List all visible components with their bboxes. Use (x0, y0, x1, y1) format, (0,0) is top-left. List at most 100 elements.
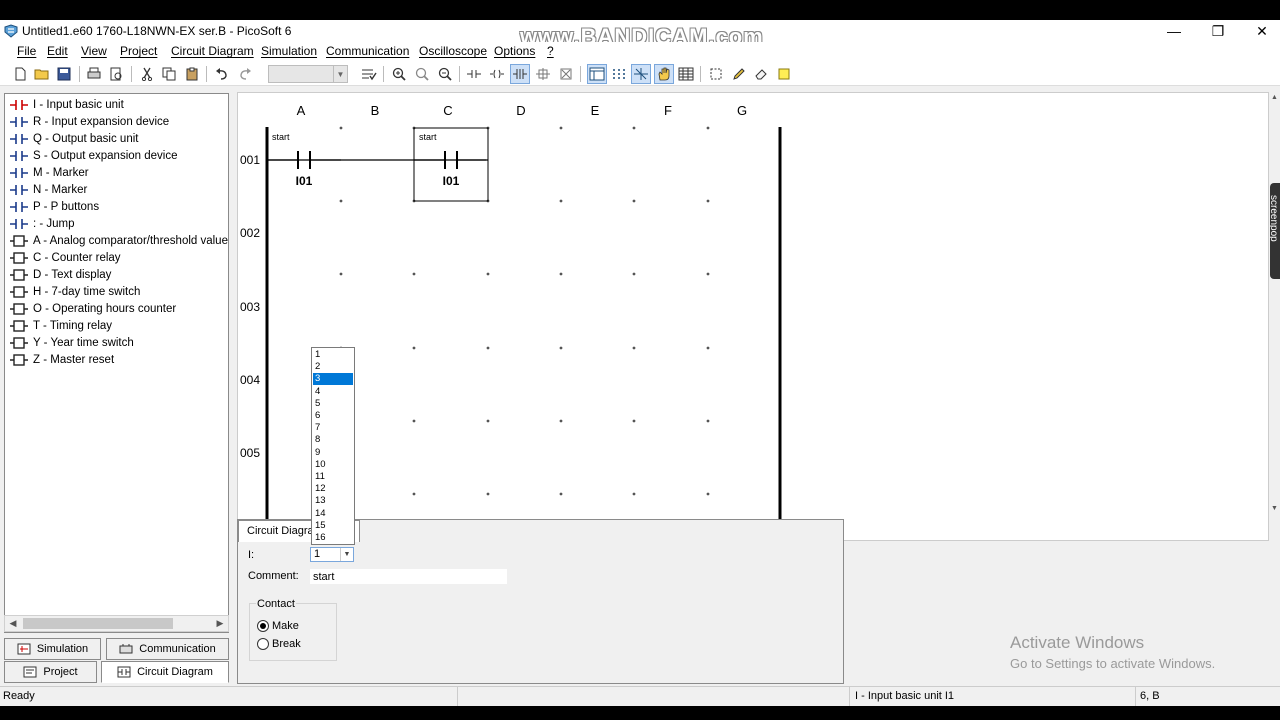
grid-point[interactable] (706, 346, 710, 350)
grid-point[interactable] (559, 492, 563, 496)
dropdown-option[interactable]: 15 (313, 520, 353, 532)
dropdown-option[interactable]: 5 (313, 398, 353, 410)
dropdown-option[interactable]: 9 (313, 447, 353, 459)
cut-icon[interactable] (138, 65, 156, 83)
grid-point[interactable] (706, 492, 710, 496)
grid-point[interactable] (559, 126, 563, 130)
dropdown-option[interactable]: 8 (313, 434, 353, 446)
dropdown-option[interactable]: 2 (313, 361, 353, 373)
zoom-combo[interactable]: ▼ (268, 65, 348, 83)
restore-button[interactable]: ❐ (1196, 20, 1240, 42)
menu-simulation[interactable]: Simulation (261, 44, 317, 58)
tree-item[interactable]: I - Input basic unit (9, 96, 124, 113)
dropdown-option[interactable]: 12 (313, 483, 353, 495)
tree-item[interactable]: R - Input expansion device (9, 113, 169, 130)
delete-connection-icon[interactable] (557, 65, 575, 83)
contact-operand[interactable]: I01 (296, 174, 313, 188)
table-icon[interactable] (677, 65, 695, 83)
grid-point[interactable] (486, 272, 490, 276)
grid-icon[interactable] (610, 65, 628, 83)
dropdown-option[interactable]: 7 (313, 422, 353, 434)
menu-circuit-diagram[interactable]: Circuit Diagram (171, 44, 254, 58)
undo-icon[interactable] (213, 65, 231, 83)
tree-item[interactable]: Q - Output basic unit (9, 130, 138, 147)
i-operand-select[interactable]: 1 ▼ (310, 547, 354, 562)
make-radio[interactable]: Make (257, 620, 299, 632)
hand-icon[interactable] (654, 64, 674, 84)
minimize-button[interactable]: — (1152, 20, 1196, 42)
print-icon[interactable] (85, 65, 103, 83)
grid-point[interactable] (559, 272, 563, 276)
zoom-in-icon[interactable] (390, 65, 408, 83)
circuit-diagram-canvas[interactable]: A B C D E F G 001 002 003 004 005 start I01 start I01 (237, 92, 1269, 541)
coil-icon[interactable] (488, 65, 506, 83)
tab-communication[interactable]: Communication (106, 638, 229, 660)
save-icon[interactable] (55, 65, 73, 83)
open-folder-icon[interactable] (33, 65, 51, 83)
tree-item[interactable]: O - Operating hours counter (9, 300, 176, 317)
grid-point[interactable] (706, 272, 710, 276)
dropdown-option[interactable]: 6 (313, 410, 353, 422)
grid-point[interactable] (632, 199, 636, 203)
tree-item[interactable]: H - 7-day time switch (9, 283, 140, 300)
grid-point[interactable] (412, 346, 416, 350)
grid-point[interactable] (559, 419, 563, 423)
tree-item[interactable]: T - Timing relay (9, 317, 112, 334)
tree-item[interactable]: P - P buttons (9, 198, 99, 215)
parallel-contact-icon[interactable] (510, 64, 530, 84)
zoom-fit-icon[interactable] (413, 65, 431, 83)
tree-item[interactable]: Y - Year time switch (9, 334, 134, 351)
grid-point[interactable] (559, 199, 563, 203)
tree-item[interactable]: Z - Master reset (9, 351, 114, 368)
contact-operand[interactable]: I01 (443, 174, 460, 188)
dropdown-option[interactable]: 10 (313, 459, 353, 471)
cross-icon[interactable] (631, 64, 651, 84)
canvas-vertical-scrollbar[interactable]: ▲ ▼ (1269, 92, 1280, 513)
scroll-thumb[interactable] (23, 618, 173, 629)
dropdown-option[interactable]: 3 (313, 373, 353, 386)
dropdown-option[interactable]: 13 (313, 495, 353, 507)
grid-point[interactable] (632, 346, 636, 350)
grid-point[interactable] (412, 272, 416, 276)
grid-point[interactable] (706, 419, 710, 423)
zoom-out-icon[interactable] (436, 65, 454, 83)
close-button[interactable]: ✕ (1240, 20, 1280, 42)
scroll-down-icon[interactable]: ▼ (1269, 503, 1280, 513)
dropdown-option[interactable]: 1 (313, 349, 353, 361)
dropdown-option[interactable]: 4 (313, 386, 353, 398)
grid-point[interactable] (486, 419, 490, 423)
grid-point[interactable] (339, 272, 343, 276)
scroll-left-icon[interactable]: ◀ (5, 616, 21, 631)
eraser-icon[interactable] (752, 65, 770, 83)
print-preview-icon[interactable] (107, 65, 125, 83)
tree-item[interactable]: S - Output expansion device (9, 147, 177, 164)
grid-point[interactable] (486, 346, 490, 350)
connection-icon[interactable] (534, 65, 552, 83)
paste-icon[interactable] (183, 65, 201, 83)
tree-item[interactable]: : - Jump (9, 215, 75, 232)
dropdown-option[interactable]: 16 (313, 532, 353, 544)
menu-file[interactable]: File (17, 44, 36, 58)
pencil-icon[interactable] (730, 65, 748, 83)
grid-point[interactable] (559, 346, 563, 350)
menu-help[interactable]: ? (547, 44, 554, 58)
tab-project[interactable]: Project (4, 661, 97, 683)
tree-item[interactable]: A - Analog comparator/threshold value (9, 232, 228, 249)
note-icon[interactable] (775, 65, 793, 83)
grid-point[interactable] (706, 126, 710, 130)
break-radio[interactable]: Break (257, 638, 301, 650)
tree-item[interactable]: N - Marker (9, 181, 87, 198)
redo-icon[interactable] (236, 65, 254, 83)
dropdown-option[interactable]: 11 (313, 471, 353, 483)
scroll-up-icon[interactable]: ▲ (1269, 92, 1280, 102)
tree-item[interactable]: C - Counter relay (9, 249, 121, 266)
tab-simulation[interactable]: Simulation (4, 638, 101, 660)
ladder-diagram[interactable]: A B C D E F G 001 002 003 004 005 start I01 start I01 (238, 93, 1269, 541)
grid-point[interactable] (339, 126, 343, 130)
grid-point[interactable] (632, 419, 636, 423)
menu-oscilloscope[interactable]: Oscilloscope (419, 44, 487, 58)
menu-communication[interactable]: Communication (326, 44, 409, 58)
grid-point[interactable] (632, 272, 636, 276)
tab-circuit-diagram[interactable]: Circuit Diagram (101, 661, 229, 683)
menu-options[interactable]: Options (494, 44, 535, 58)
